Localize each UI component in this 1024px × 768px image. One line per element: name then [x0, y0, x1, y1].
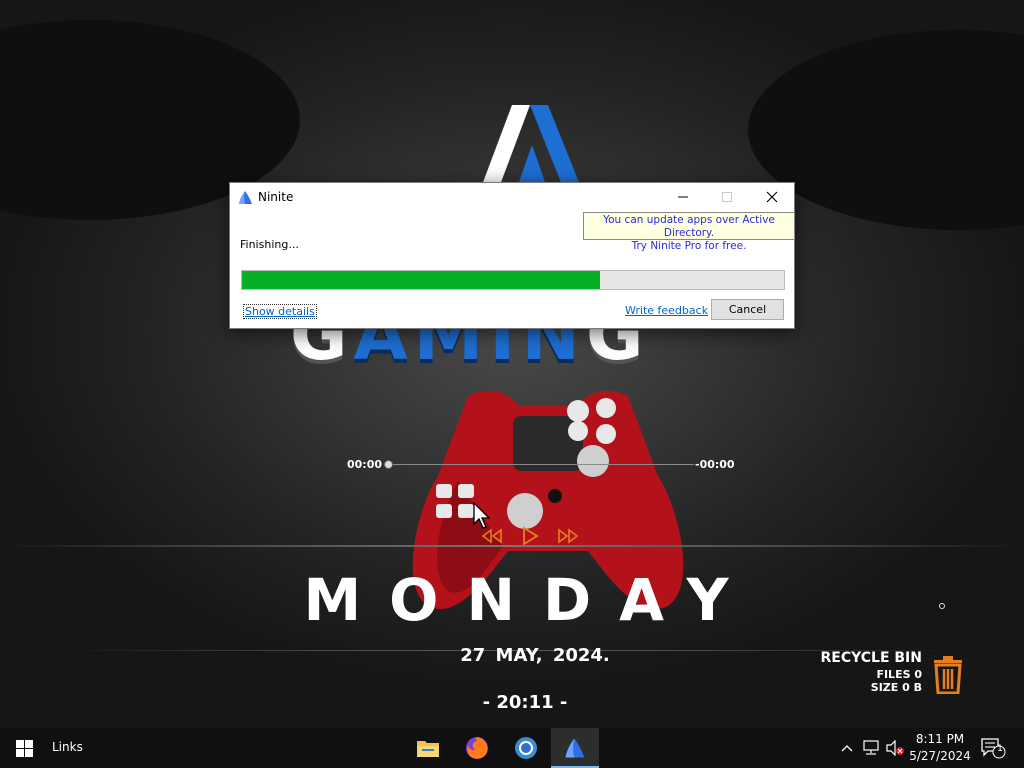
progress-fill — [242, 271, 600, 289]
media-seek-bar[interactable] — [388, 464, 694, 465]
write-feedback-link[interactable]: Write feedback — [625, 304, 708, 317]
chevron-up-icon — [841, 745, 853, 752]
links-toolbar[interactable]: Links — [52, 740, 83, 754]
cancel-button[interactable]: Cancel — [711, 299, 784, 320]
taskbar: Links 8:11 PM 5/27/2024 1 — [0, 728, 1024, 768]
action-center-button[interactable]: 1 — [978, 728, 1008, 768]
recycle-bin-icon[interactable] — [932, 656, 964, 694]
taskbar-file-explorer[interactable] — [404, 728, 452, 768]
recycle-bin-size: SIZE 0 B — [870, 681, 922, 694]
promo-line-2: Try Ninite Pro for free. — [631, 240, 747, 252]
taskbar-ninite[interactable] — [551, 728, 599, 768]
desktop-wallpaper: GAMING 00:00 -00:00 MONDAY 27 MAY, 2024.… — [0, 0, 1024, 728]
minimize-icon — [677, 196, 688, 198]
ninite-app-icon — [239, 191, 252, 204]
folder-icon — [417, 741, 439, 757]
show-details-link[interactable]: Show details — [243, 304, 317, 319]
show-hidden-icons-button[interactable] — [836, 728, 858, 768]
close-button[interactable] — [749, 183, 794, 211]
media-seek-handle[interactable] — [384, 460, 393, 469]
ninite-pro-promo[interactable]: You can update apps over Active Director… — [583, 212, 795, 252]
window-titlebar[interactable]: Ninite — [230, 183, 794, 213]
minimize-button[interactable] — [660, 183, 705, 211]
notification-count: 1 — [997, 744, 1003, 754]
maximize-button — [704, 183, 749, 211]
recycle-bin-title: RECYCLE BIN — [820, 650, 923, 666]
taskbar-date: 5/27/2024 — [909, 749, 971, 763]
gaming-logo-icon — [482, 105, 580, 185]
window-title: Ninite — [258, 190, 294, 204]
mouse-cursor-icon — [473, 502, 491, 529]
day-of-week: MONDAY — [303, 566, 757, 634]
chrome-icon — [515, 737, 537, 759]
firefox-icon — [466, 737, 488, 759]
wallpaper-clock: - 20:11 - — [482, 692, 568, 713]
decorative-dot — [939, 603, 945, 609]
wallpaper-horizon-line — [0, 545, 1024, 547]
full-date: 27 MAY, 2024. — [460, 645, 610, 666]
close-icon — [766, 191, 777, 203]
taskbar-firefox[interactable] — [453, 728, 501, 768]
start-button[interactable] — [0, 728, 48, 768]
recycle-bin-files: FILES 0 — [876, 668, 922, 681]
volume-muted-icon — [886, 740, 904, 756]
volume-tray-button[interactable] — [884, 728, 906, 768]
windows-logo-icon — [15, 739, 33, 757]
ninite-icon — [565, 738, 585, 758]
network-tray-button[interactable] — [860, 728, 882, 768]
media-remaining-time: -00:00 — [695, 458, 735, 471]
play-icon[interactable] — [520, 526, 540, 546]
taskbar-time: 8:11 PM — [915, 732, 965, 746]
network-icon — [863, 740, 879, 755]
media-controls — [480, 526, 580, 546]
install-status-text: Finishing... — [240, 238, 299, 251]
taskbar-chrome[interactable] — [502, 728, 550, 768]
media-elapsed-time: 00:00 — [347, 458, 383, 471]
install-progress-bar — [241, 270, 785, 290]
promo-line-1: You can update apps over Active Director… — [603, 214, 775, 239]
maximize-icon — [721, 192, 732, 202]
ninite-installer-window: Ninite You can update apps over Active D… — [229, 182, 795, 329]
fast-forward-icon[interactable] — [556, 526, 580, 546]
